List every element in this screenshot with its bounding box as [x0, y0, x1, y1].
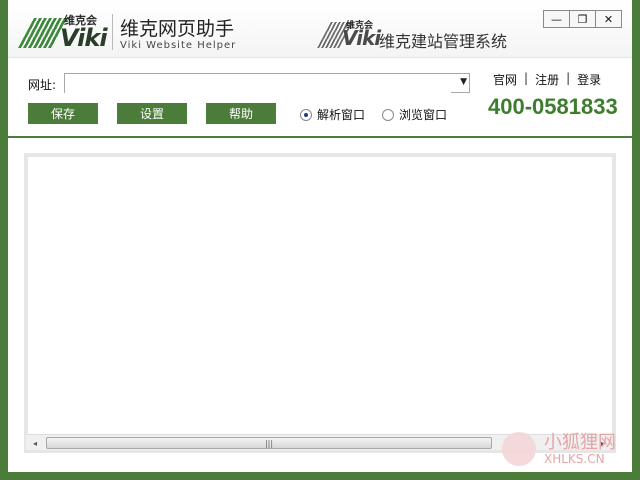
url-input[interactable] — [65, 76, 451, 94]
close-button[interactable]: ✕ — [595, 10, 622, 28]
save-button[interactable]: 保存 — [28, 103, 98, 124]
viki-logo: 维克会 Viki — [18, 12, 110, 52]
content-area: ◂ ||| ▸ — [8, 140, 632, 472]
logo-word: Viki — [60, 24, 108, 52]
link-official-site[interactable]: 官网 — [493, 71, 517, 88]
radio-parse-window-label: 解析窗口 — [317, 108, 366, 122]
scroll-thumb[interactable]: ||| — [46, 437, 492, 449]
link-separator: | — [566, 71, 571, 85]
link-separator: | — [524, 71, 529, 85]
url-combobox[interactable]: ▼ — [64, 73, 470, 94]
radio-parse-window[interactable]: 解析窗口 — [300, 106, 365, 123]
app-title: 维克网页助手 — [120, 18, 235, 40]
system-logo: 维克会 Viki — [317, 18, 381, 50]
link-register[interactable]: 注册 — [535, 71, 559, 88]
header-divider — [112, 14, 113, 50]
radio-browse-window-label: 浏览窗口 — [399, 108, 448, 122]
radio-browse-window[interactable]: 浏览窗口 — [382, 106, 447, 123]
title-bar: 维克会 Viki 维克网页助手 Viki Website Helper 维克会 … — [8, 0, 632, 58]
top-links: 官网 | 注册 | 登录 — [493, 71, 601, 88]
window-controls: — ❐ ✕ — [543, 10, 622, 28]
watermark: 小狐狸网 XHLKS.CN — [492, 426, 638, 474]
browser-view[interactable] — [24, 153, 616, 453]
help-button[interactable]: 帮助 — [206, 103, 276, 124]
minimize-button[interactable]: — — [543, 10, 570, 28]
watermark-en-text: XHLKS.CN — [544, 452, 605, 466]
system-name: 维克建站管理系统 — [379, 32, 508, 51]
link-login[interactable]: 登录 — [577, 71, 601, 88]
close-icon: ✕ — [603, 12, 614, 26]
settings-button[interactable]: 设置 — [117, 103, 187, 124]
chevron-down-icon[interactable]: ▼ — [460, 77, 467, 87]
toolbar: 网址: ▼ 保存 设置 帮助 解析窗口 浏览窗口 官网 | 注册 | 登录 40… — [8, 58, 632, 138]
radio-checked-icon[interactable] — [300, 108, 312, 121]
scroll-left-icon[interactable]: ◂ — [28, 437, 42, 449]
fox-logo-icon — [502, 432, 536, 466]
restore-button[interactable]: ❐ — [569, 10, 596, 28]
app-subtitle: Viki Website Helper — [120, 40, 237, 51]
system-logo-word: Viki — [342, 26, 381, 50]
watermark-cn-text: 小狐狸网 — [544, 432, 616, 453]
url-label: 网址: — [28, 78, 57, 92]
phone-number: 400-0581833 — [488, 94, 618, 119]
restore-icon: ❐ — [577, 12, 588, 26]
minimize-icon: — — [551, 12, 562, 26]
radio-unchecked-icon[interactable] — [382, 108, 394, 121]
app-window: 维克会 Viki 维克网页助手 Viki Website Helper 维克会 … — [8, 0, 632, 472]
